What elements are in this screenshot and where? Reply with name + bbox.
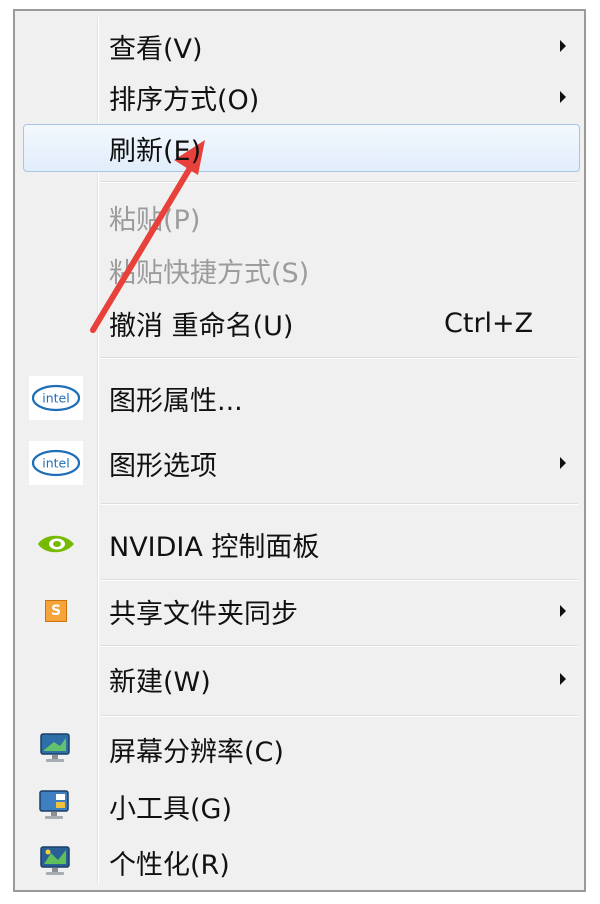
intel-icon: intel [29,441,83,485]
menu-item-label: 新建(W) [109,666,211,698]
menu-item-label: 图形选项 [109,450,217,482]
submenu-arrow-icon [560,605,566,617]
menu-item-graphics-options[interactable]: intel 图形选项 [19,438,582,488]
menu-item-label: 图形属性... [109,385,243,417]
submenu-arrow-icon [560,40,566,52]
menu-separator [101,503,578,504]
menu-item-gadgets[interactable]: 小工具(G) [19,781,582,831]
menu-item-view[interactable]: 查看(V) [19,23,582,69]
gadgets-icon [29,784,83,828]
menu-item-screen-resolution[interactable]: 屏幕分辨率(C) [19,724,582,774]
submenu-arrow-icon [560,91,566,103]
menu-item-new[interactable]: 新建(W) [19,654,582,704]
menu-item-label: 粘贴快捷方式(S) [109,257,310,289]
menu-item-graphics-properties[interactable]: intel 图形属性... [19,373,582,423]
nvidia-icon [29,522,83,566]
menu-item-label: 粘贴(P) [109,204,201,236]
menu-item-label: 查看(V) [109,33,203,65]
menu-item-personalize[interactable]: 个性化(R) [19,837,582,887]
menu-item-refresh[interactable]: 刷新(E) [19,123,582,173]
submenu-arrow-icon [560,457,566,469]
menu-item-label: NVIDIA 控制面板 [109,531,320,563]
menu-separator [101,579,578,580]
submenu-arrow-icon [560,673,566,685]
menu-separator [101,181,578,182]
context-menu: 查看(V) 排序方式(O) 刷新(E) 粘贴(P) 粘贴快捷方式(S) 撤消 重… [13,9,586,892]
sync-s-icon: S [29,589,83,633]
menu-item-label: 个性化(R) [109,849,230,881]
menu-item-sort-by[interactable]: 排序方式(O) [19,74,582,120]
menu-item-shared-folder-sync[interactable]: S 共享文件夹同步 [19,586,582,636]
monitor-icon [29,727,83,771]
menu-item-paste-shortcut: 粘贴快捷方式(S) [19,247,582,293]
svg-text:intel: intel [42,391,69,406]
menu-separator [101,715,578,716]
menu-item-paste: 粘贴(P) [19,194,582,240]
intel-icon: intel [29,376,83,420]
personalize-icon [29,840,83,884]
menu-item-label: 屏幕分辨率(C) [109,736,284,768]
menu-item-label: 共享文件夹同步 [109,598,298,630]
menu-item-label: 排序方式(O) [109,84,260,116]
menu-item-label: 刷新(E) [109,135,202,167]
menu-item-label: 撤消 重命名(U) [109,310,294,342]
hover-highlight [23,124,580,172]
svg-text:intel: intel [42,456,69,471]
menu-item-nvidia-control-panel[interactable]: NVIDIA 控制面板 [19,519,582,569]
menu-item-undo-rename[interactable]: 撤消 重命名(U) Ctrl+Z [19,300,582,346]
menu-separator [101,357,578,358]
menu-item-label: 小工具(G) [109,793,232,825]
menu-separator [101,645,578,646]
shortcut-label: Ctrl+Z [444,307,534,339]
